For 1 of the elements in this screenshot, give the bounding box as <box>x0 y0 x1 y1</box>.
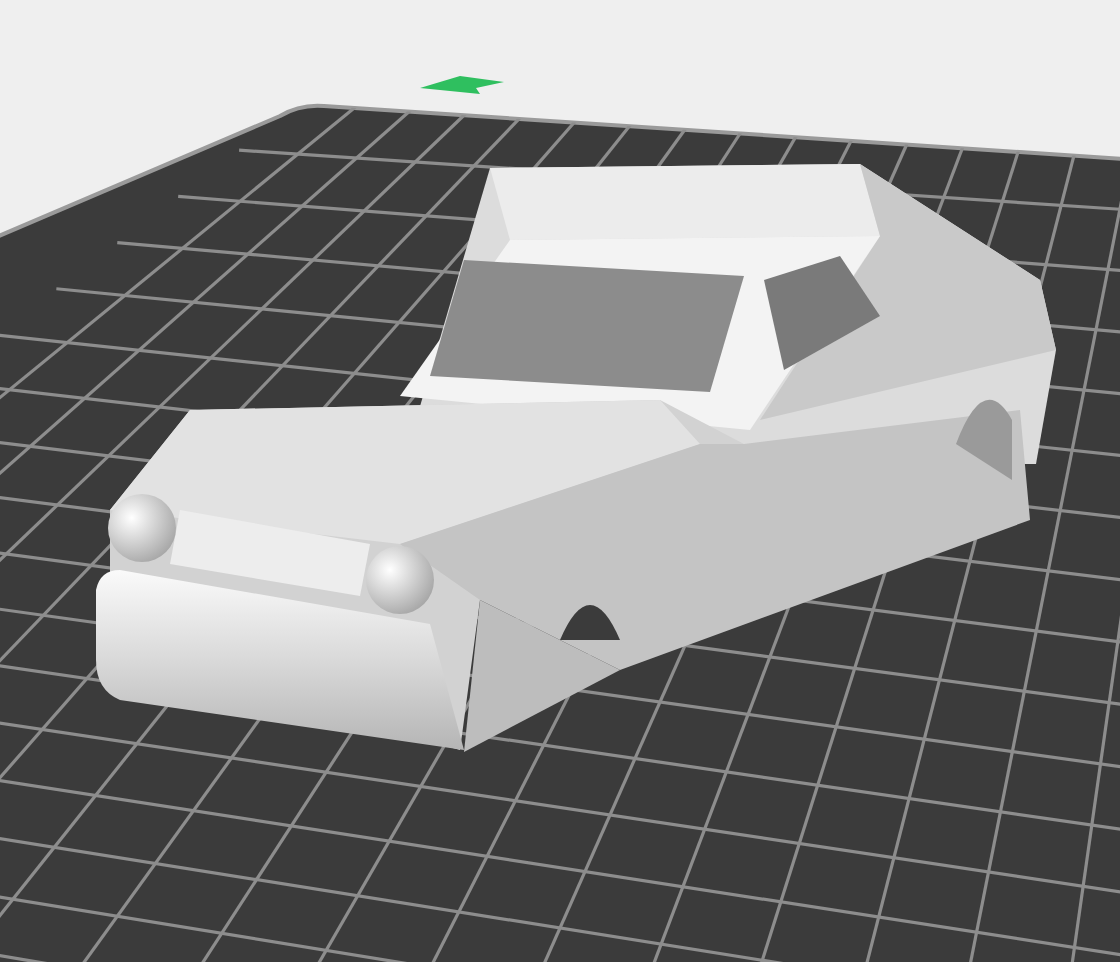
axis-arrow-icon <box>420 76 504 94</box>
